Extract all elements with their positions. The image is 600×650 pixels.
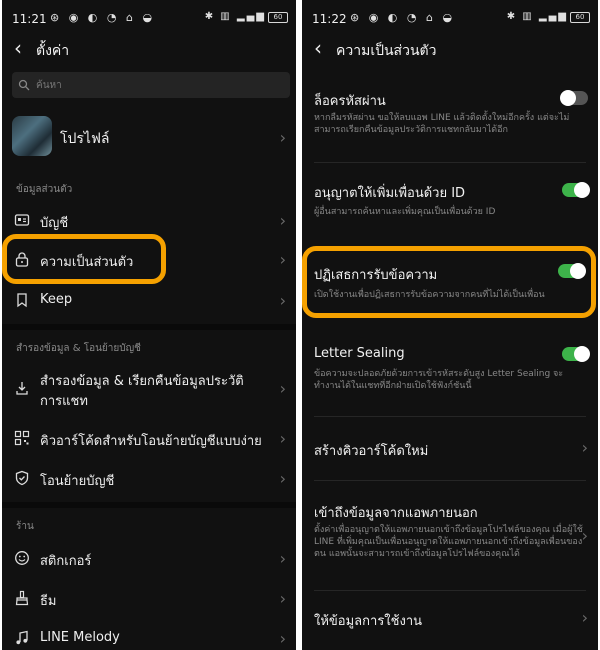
page-title: ตั้งค่า (36, 43, 70, 59)
divider (314, 480, 586, 481)
brush-icon (15, 590, 29, 606)
menu-item-sticker[interactable]: สติกเกอร์ › (2, 540, 296, 576)
chevron-right-icon: › (581, 608, 588, 627)
chevron-right-icon: › (581, 438, 588, 457)
section-shop: ร้าน (16, 521, 34, 532)
chevron-right-icon: › (279, 629, 286, 648)
music-note-icon (16, 630, 28, 645)
setting-title: Letter Sealing (314, 346, 405, 361)
menu-item-label: โอนย้ายบัญชี (40, 474, 115, 489)
menu-item-label: ธีม (40, 594, 57, 609)
avatar (12, 116, 52, 156)
link-create-qr[interactable]: สร้างคิวอาร์โค้ดใหม่ › (302, 434, 598, 466)
menu-item-theme[interactable]: ธีม › (2, 580, 296, 616)
add-by-id-toggle[interactable] (562, 182, 590, 198)
letter-sealing-toggle[interactable] (562, 346, 590, 362)
setting-description: ข้อความจะปลอดภัยด้วยการเข้ารหัสระดับสูง … (314, 369, 564, 391)
search-icon (18, 79, 30, 91)
signal-icons: ✱ ▥ ▂▄▆ (204, 11, 266, 22)
menu-item-account[interactable]: บัญชี › (2, 202, 296, 238)
backup-icon (16, 382, 28, 395)
chevron-right-icon: › (279, 128, 286, 147)
setting-allow-add-by-id[interactable]: อนุญาตให้เพิ่มเพื่อนด้วย ID ผู้อื่นสามาร… (302, 176, 598, 224)
profile-row[interactable]: โปรไฟล์ › (2, 116, 296, 158)
menu-item-label: สติกเกอร์ (40, 554, 92, 569)
shield-icon (15, 470, 29, 486)
privacy-screen: 11:22 ⊛ ◉ ◐ ◔ ⌂ ◒ ✱ ▥ ▂▄▆ 60 ‹ ความเป็นส… (302, 0, 598, 650)
section-personal: ข้อมูลส่วนตัว (16, 184, 73, 195)
status-time: 11:21 (12, 12, 47, 26)
chevron-right-icon: › (581, 526, 588, 545)
setting-description: หากลืมรหัสผ่าน ขอให้ลบแอพ LINE แล้วติดตั… (314, 113, 570, 135)
chevron-right-icon: › (279, 429, 286, 448)
reject-messages-highlight-box (302, 246, 596, 318)
battery-icon: 60 (268, 12, 288, 23)
status-bar: 11:22 ⊛ ◉ ◐ ◔ ⌂ ◒ ✱ ▥ ▂▄▆ 60 (302, 0, 598, 36)
app-header: ‹ ความเป็นส่วนตัว (302, 36, 598, 64)
menu-item-label: บัญชี (40, 216, 69, 231)
notification-icons: ⊛ ◉ ◐ ◔ ⌂ ◒ (350, 11, 456, 24)
section-backup: สำรองข้อมูล & โอนย้ายบัญชี (16, 343, 141, 354)
chevron-right-icon: › (279, 250, 286, 269)
back-icon[interactable]: ‹ (14, 38, 22, 58)
chevron-right-icon: › (279, 469, 286, 488)
menu-item-melody[interactable]: LINE Melody › (2, 620, 296, 650)
setting-passcode-lock[interactable]: ล็อครหัสผ่าน หากลืมรหัสผ่าน ขอให้ลบแอพ L… (302, 84, 598, 148)
menu-item-label: คิวอาร์โค้ดสำหรับโอนย้ายบัญชีแบบง่าย (40, 434, 262, 449)
link-label: สร้างคิวอาร์โค้ดใหม่ (314, 444, 429, 459)
battery-icon: 60 (570, 12, 590, 23)
menu-item-qr-transfer[interactable]: คิวอาร์โค้ดสำหรับโอนย้ายบัญชีแบบง่าย › (2, 420, 296, 456)
smiley-icon (15, 551, 29, 565)
app-header: ‹ ตั้งค่า (2, 36, 296, 64)
chevron-right-icon: › (279, 211, 286, 230)
chevron-right-icon: › (279, 589, 286, 608)
link-external-apps[interactable]: เข้าถึงข้อมูลจากแอพภายนอก ตั้งค่าเพื่ออน… (302, 496, 598, 576)
search-bar[interactable] (12, 72, 290, 98)
page-title: ความเป็นส่วนตัว (336, 43, 437, 59)
bookmark-icon (17, 293, 27, 308)
link-usage-data[interactable]: ให้ข้อมูลการใช้งาน › (302, 604, 598, 636)
setting-title: ล็อครหัสผ่าน (314, 94, 386, 109)
privacy-highlight-box (2, 234, 166, 284)
chevron-right-icon: › (279, 379, 286, 398)
notification-icons: ⊛ ◉ ◐ ◔ ⌂ ◒ (50, 11, 156, 24)
id-card-icon (14, 214, 30, 226)
signal-icons: ✱ ▥ ▂▄▆ (506, 11, 568, 22)
divider (314, 162, 586, 163)
status-time: 11:22 (312, 12, 347, 26)
passcode-toggle[interactable] (560, 90, 588, 106)
menu-item-label: สำรองข้อมูล & เรียกคืนข้อมูลประวัติการแช… (40, 374, 244, 409)
profile-label: โปรไฟล์ (60, 131, 110, 147)
back-icon[interactable]: ‹ (314, 38, 322, 58)
divider (314, 590, 586, 591)
setting-title: อนุญาตให้เพิ่มเพื่อนด้วย ID (314, 186, 466, 201)
toggle-knob (574, 346, 590, 362)
menu-item-label: LINE Melody (40, 630, 120, 645)
menu-item-label: Keep (40, 292, 73, 307)
menu-item-transfer[interactable]: โอนย้ายบัญชี › (2, 460, 296, 496)
settings-screen: 11:21 ⊛ ◉ ◐ ◔ ⌂ ◒ ✱ ▥ ▂▄▆ 60 ‹ ตั้งค่า โ… (2, 0, 296, 650)
divider (2, 502, 296, 508)
status-bar: 11:21 ⊛ ◉ ◐ ◔ ⌂ ◒ ✱ ▥ ▂▄▆ 60 (2, 0, 296, 36)
menu-item-keep[interactable]: Keep › (2, 282, 296, 318)
search-input[interactable] (36, 76, 276, 94)
setting-letter-sealing[interactable]: Letter Sealing ข้อความจะปลอดภัยด้วยการเข… (302, 340, 598, 398)
link-label: เข้าถึงข้อมูลจากแอพภายนอก (314, 506, 478, 521)
toggle-knob (560, 90, 576, 106)
divider (2, 324, 296, 330)
divider (314, 416, 586, 417)
setting-description: ตั้งค่าเพื่ออนุญาตให้แอพภายนอกเข้าถึงข้อ… (314, 525, 583, 559)
link-label: ให้ข้อมูลการใช้งาน (314, 614, 423, 629)
toggle-knob (574, 182, 590, 198)
chevron-right-icon: › (279, 291, 286, 310)
setting-description: ผู้อื่นสามารถค้นหาและเพิ่มคุณเป็นเพื่อนด… (314, 207, 496, 217)
menu-item-backup[interactable]: สำรองข้อมูล & เรียกคืนข้อมูลประวัติการแช… (2, 364, 296, 412)
qr-code-icon (14, 430, 30, 446)
chevron-right-icon: › (279, 549, 286, 568)
